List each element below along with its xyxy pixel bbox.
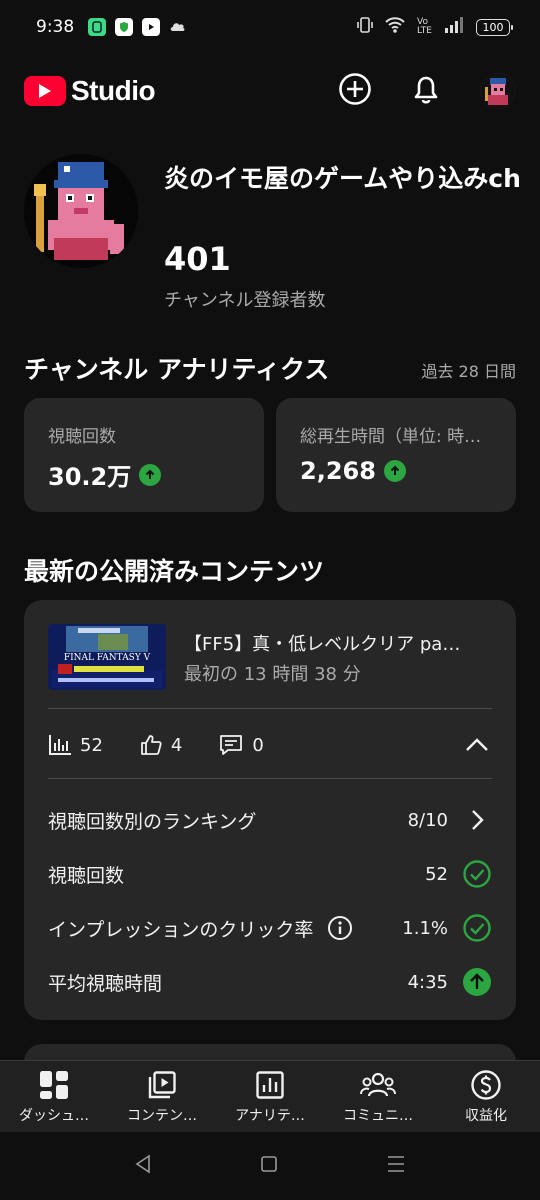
analytics-period: 過去 28 日間: [421, 362, 516, 381]
views-row: 視聴回数 52: [48, 856, 492, 892]
views-stat-value: 52: [80, 734, 103, 756]
earn-icon: [471, 1069, 501, 1100]
likes-stat-value: 4: [170, 734, 183, 756]
arrow-up-circle-icon: [463, 968, 491, 996]
video-time-window: 最初の 13 時間 38 分: [184, 664, 361, 685]
nav-community[interactable]: コミュニ…: [324, 1061, 432, 1132]
youtube-play-icon: [24, 76, 66, 106]
content-icon: [148, 1070, 176, 1098]
wifi-icon: [385, 17, 405, 37]
comment-icon: [220, 735, 243, 755]
status-bar: 9:38 Vo LTE 100: [0, 0, 540, 54]
subscriber-label: チャンネル登録者数: [164, 290, 326, 311]
analytics-icon: [256, 1070, 284, 1099]
video-stats: 52 4 0: [48, 730, 492, 760]
row-value: 4:35: [407, 971, 448, 993]
arrow-up-icon: [139, 463, 162, 486]
nav-label: ダッシュ…: [19, 1107, 89, 1124]
account-avatar[interactable]: [480, 73, 516, 109]
recents-button[interactable]: [385, 1154, 407, 1178]
divider: [48, 778, 492, 779]
check-circle-icon: [463, 914, 491, 942]
community-icon: [360, 1072, 396, 1096]
comments-stat: 0: [218, 733, 264, 757]
video-thumbnail[interactable]: FINAL FANTASY V: [48, 624, 166, 690]
app-header: Studio: [0, 56, 540, 126]
cloud-icon: [169, 18, 187, 37]
metric-value: 2,268: [300, 457, 376, 485]
info-icon[interactable]: [327, 915, 353, 941]
metric-value: 30.2万: [48, 463, 132, 491]
watch-time-metric-card[interactable]: 総再生時間（単位: 時… 2,268: [276, 398, 516, 512]
nav-content[interactable]: コンテン…: [108, 1061, 216, 1132]
row-value: 8/10: [407, 809, 448, 831]
row-label: 視聴回数別のランキング: [48, 810, 257, 833]
check-circle-icon: [463, 860, 491, 888]
signal-icon: [444, 17, 464, 37]
home-button[interactable]: [259, 1154, 279, 1178]
metric-label: 視聴回数: [48, 427, 116, 447]
nav-label: コンテン…: [127, 1107, 197, 1124]
notifications-button[interactable]: [410, 72, 442, 110]
channel-avatar[interactable]: [24, 154, 138, 268]
svg-text:FINAL FANTASY V: FINAL FANTASY V: [64, 653, 151, 663]
studio-logo[interactable]: Studio: [24, 75, 156, 107]
divider: [48, 708, 492, 709]
nav-earn[interactable]: 収益化: [432, 1061, 540, 1132]
avg-view-duration-row: 平均視聴時間 4:35: [48, 964, 492, 1000]
dashboard-icon: [40, 1070, 68, 1099]
bar-chart-icon: [49, 735, 71, 755]
bell-icon: [414, 76, 438, 104]
volte-icon: Vo LTE: [417, 17, 432, 36]
channel-name: 炎のイモ屋のゲームやり込みch: [164, 164, 521, 193]
views-metric-card[interactable]: 視聴回数 30.2万: [24, 398, 264, 512]
add-circle-icon: [339, 73, 371, 105]
thumbs-up-icon: [141, 735, 162, 755]
status-time: 9:38: [36, 17, 75, 37]
nav-label: アナリテ…: [235, 1107, 305, 1124]
ctr-row: インプレッションのクリック率 1.1%: [48, 910, 492, 946]
youtube-notification-icon: [142, 18, 161, 36]
likes-stat: 4: [139, 733, 182, 757]
analytics-section-title: チャンネル アナリティクス: [24, 355, 330, 384]
ranking-row[interactable]: 視聴回数別のランキング 8/10: [48, 802, 492, 838]
subscriber-count: 401: [164, 240, 231, 278]
nav-dashboard[interactable]: ダッシュ…: [0, 1061, 108, 1132]
row-label: 平均視聴時間: [48, 972, 163, 995]
row-value: 52: [425, 863, 448, 885]
bottom-navigation: ダッシュ… コンテン… アナリテ… コミュニ… 収益化: [0, 1060, 540, 1132]
vibrate-icon: [357, 16, 373, 38]
home-square-icon: [261, 1156, 277, 1172]
latest-video-card: FINAL FANTASY V 【FF5】真・低レベルクリア pa… 最初の 1…: [24, 600, 516, 1020]
latest-content-title: 最新の公開済みコンテンツ: [24, 557, 325, 586]
nav-analytics[interactable]: アナリテ…: [216, 1061, 324, 1132]
menu-lines-icon: [388, 1156, 404, 1172]
chevron-up-icon: [466, 738, 488, 751]
shield-notification-icon: [115, 18, 134, 36]
battery-indicator: 100: [476, 18, 513, 36]
arrow-up-icon: [383, 460, 406, 482]
collapse-button[interactable]: [462, 730, 492, 760]
back-button[interactable]: [133, 1154, 153, 1178]
brand-name: Studio: [71, 75, 156, 106]
chevron-right-icon: [472, 810, 484, 830]
metric-label: 総再生時間（単位: 時…: [300, 427, 482, 447]
back-triangle-icon: [135, 1154, 150, 1174]
video-title[interactable]: 【FF5】真・低レベルクリア pa…: [184, 630, 494, 656]
row-label: 視聴回数: [48, 864, 125, 887]
row-value: 1.1%: [402, 917, 448, 939]
create-button[interactable]: [338, 72, 372, 110]
views-stat: 52: [48, 734, 103, 756]
channel-header: 炎のイモ屋のゲームやり込みch 401 チャンネル登録者数: [24, 150, 524, 320]
nav-label: 収益化: [465, 1107, 507, 1124]
notification-app-icon: [88, 18, 107, 36]
nav-label: コミュニ…: [343, 1107, 413, 1124]
comments-stat-value: 0: [252, 734, 264, 756]
row-label: インプレッションのクリック率: [48, 918, 314, 941]
system-navigation-bar: [0, 1132, 540, 1200]
